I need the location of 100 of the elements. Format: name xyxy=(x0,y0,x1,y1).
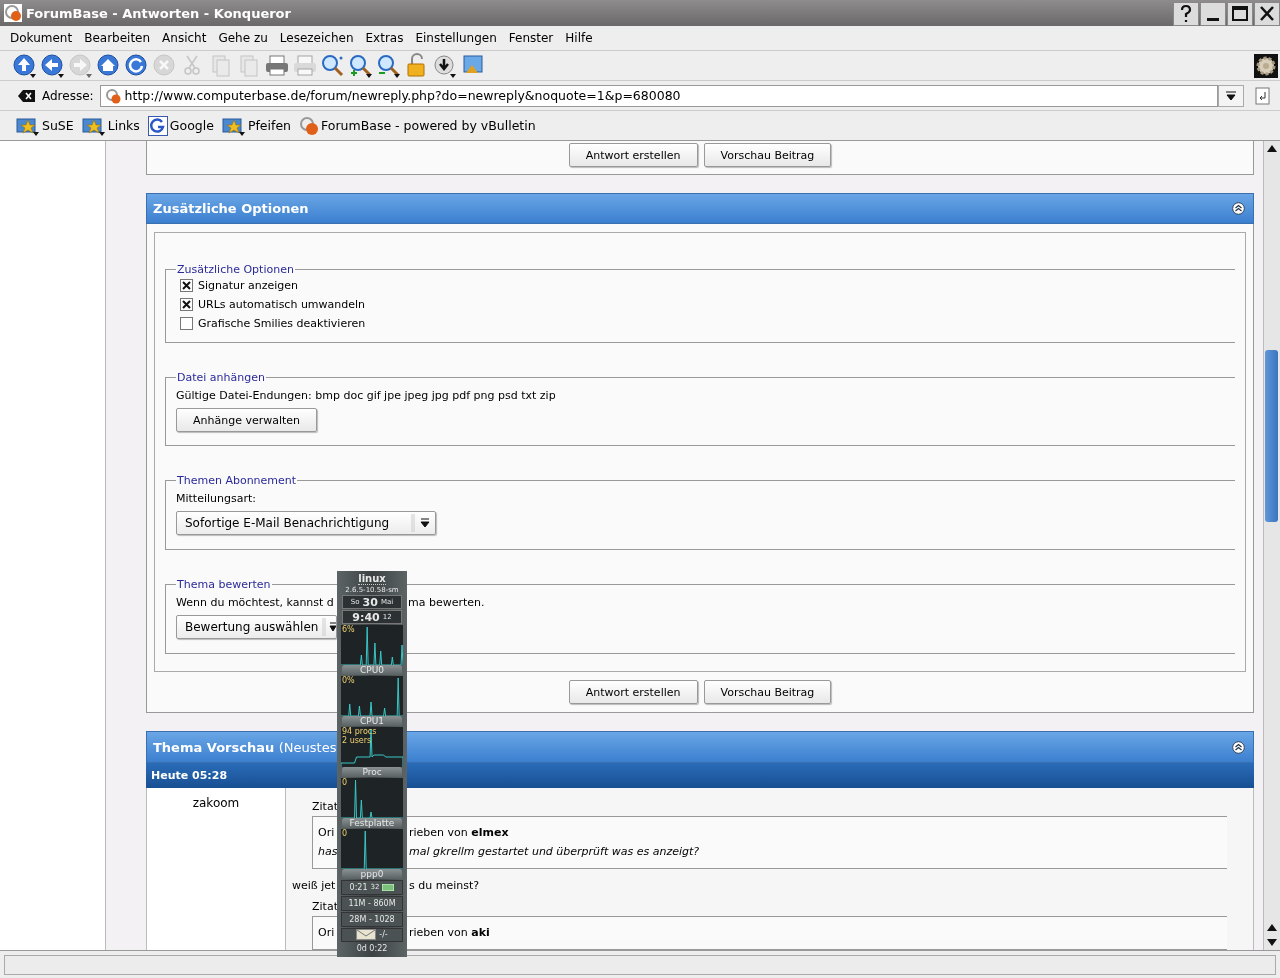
menu-item[interactable]: Ansicht xyxy=(156,31,213,45)
menu-item[interactable]: Lesezeichen xyxy=(273,31,360,45)
mail-count: -/- xyxy=(379,930,388,940)
form-button[interactable]: Antwort erstellen xyxy=(568,680,698,705)
site-logo-icon xyxy=(104,87,121,104)
rating-text: ma bewerten. xyxy=(408,595,485,612)
gear-icon[interactable] xyxy=(1254,53,1278,78)
menu-item[interactable]: Fenster xyxy=(502,31,560,45)
group-legend: Thema bewerten xyxy=(176,578,272,592)
swap-reading: 28M - 1028 xyxy=(341,911,403,927)
bookmark-item[interactable]: Google xyxy=(145,115,216,136)
activity-graph xyxy=(341,676,403,716)
rating-select[interactable]: Bewertung auswählen xyxy=(176,615,337,640)
toolbar-button[interactable] xyxy=(40,52,66,79)
google-logo-icon xyxy=(147,115,168,136)
group-legend: Zusätzliche Optionen xyxy=(176,263,295,277)
group-legend: Datei anhängen xyxy=(176,371,266,385)
monitor-label: Proc xyxy=(342,767,402,777)
quote-text: Ori xyxy=(318,825,336,841)
folder-icon xyxy=(221,115,246,136)
toolbar-button[interactable] xyxy=(432,52,458,79)
maximize-icon[interactable] xyxy=(1227,2,1253,26)
file-types-text: Gültige Datei-Endungen: bmp doc gif jpe jpeg jpg pdf png psd txt zip xyxy=(176,388,557,405)
toolbar-button[interactable] xyxy=(96,52,122,79)
form-button[interactable]: Vorschau Beitrag xyxy=(703,680,832,705)
monitor-label: CPU1 xyxy=(342,716,402,726)
minimize-icon[interactable] xyxy=(1200,2,1226,26)
quote-text: mal gkrellm gestartet und überprüft was es anzeigt? xyxy=(409,844,700,860)
menu-item[interactable]: Bearbeiten xyxy=(78,31,157,45)
help-icon[interactable] xyxy=(1173,2,1199,26)
checkbox[interactable] xyxy=(180,298,193,312)
menu-item[interactable]: Extras xyxy=(359,31,410,45)
window-title: ForumBase - Antworten - Konqueror xyxy=(26,5,292,21)
checkbox[interactable] xyxy=(180,317,193,331)
bookmark-item[interactable]: Links xyxy=(79,115,142,136)
scrollbar[interactable] xyxy=(1263,141,1280,950)
field-label: Mitteilungsart: xyxy=(176,491,257,508)
section-title: Thema Vorschau (Neustes xyxy=(153,739,337,755)
quote-text: rieben von elmex xyxy=(409,825,509,841)
menu-item[interactable]: Gehe zu xyxy=(212,31,274,45)
section-title: Zusätzliche Optionen xyxy=(153,201,309,217)
quote-label: Zitat xyxy=(312,800,338,813)
activity-graph xyxy=(341,727,403,767)
group-legend: Themen Abonnement xyxy=(176,474,298,488)
monitor-label: ppp0 xyxy=(342,869,402,879)
quote-text: rieben von aki xyxy=(409,925,490,941)
menu-item[interactable]: Einstellungen xyxy=(409,31,503,45)
dropdown-icon[interactable] xyxy=(1218,84,1244,107)
address-label: Adresse: xyxy=(42,88,94,103)
go-icon[interactable] xyxy=(1254,86,1272,105)
monitor-reading: 0 xyxy=(342,829,348,838)
folder-icon xyxy=(16,115,40,136)
toolbar-button[interactable] xyxy=(124,52,150,79)
activity-graph xyxy=(341,829,403,869)
collapse-icon[interactable] xyxy=(1232,202,1245,216)
checkbox-label: Signatur anzeigen xyxy=(198,279,299,293)
manage-attachments-button[interactable]: Anhänge verwalten xyxy=(176,408,318,433)
post-text: s du meinst? xyxy=(409,879,480,892)
mail-icon xyxy=(356,929,377,941)
app-logo-icon xyxy=(4,4,22,22)
checkbox[interactable] xyxy=(180,279,193,293)
quote-label: Zitat xyxy=(312,900,338,913)
notification-select[interactable]: Sofortige E-Mail Benachrichtigung xyxy=(176,511,436,536)
rating-text: Wenn du möchtest, kannst d xyxy=(176,595,335,612)
post-author: zakoom xyxy=(192,796,240,810)
clear-icon[interactable] xyxy=(18,88,36,103)
bookmark-item[interactable]: ForumBase - powered by vBulletin xyxy=(297,115,538,136)
site-logo-icon xyxy=(299,115,320,136)
checkbox-label: URLs automatisch umwandeln xyxy=(198,298,366,312)
menu-item[interactable]: Dokument xyxy=(4,31,79,45)
monitor-label: CPU0 xyxy=(342,665,402,675)
toolbar-button[interactable] xyxy=(12,52,38,79)
menu-item[interactable]: Hilfe xyxy=(559,31,599,45)
collapse-icon[interactable] xyxy=(1232,740,1245,754)
clock-time: 9:40 xyxy=(352,610,380,624)
form-button[interactable]: Vorschau Beitrag xyxy=(703,143,832,167)
form-button[interactable]: Antwort erstellen xyxy=(568,143,698,167)
monitor-reading: 0% xyxy=(342,676,355,685)
folder-icon xyxy=(81,115,106,136)
monitor-reading: 0 xyxy=(342,778,348,787)
activity-graph xyxy=(341,625,403,665)
checkbox-label: Grafische Smilies deaktivieren xyxy=(198,317,366,331)
monitor-label: Festplatte xyxy=(342,818,402,828)
uptime: 0d 0:22 xyxy=(356,943,388,955)
host-name: linux xyxy=(358,573,386,585)
post-date: Heute 05:28 xyxy=(151,768,228,782)
quote-text: has xyxy=(318,844,338,860)
connection-timer: 0:21 xyxy=(349,882,368,892)
bookmark-item[interactable]: Pfeifen xyxy=(219,115,294,136)
scrollbar-thumb[interactable] xyxy=(1265,350,1278,522)
post-text: weiß jet xyxy=(292,879,337,892)
bookmark-item[interactable]: SuSE xyxy=(14,115,76,136)
date-day: 30 xyxy=(362,595,378,609)
close-icon[interactable] xyxy=(1254,2,1280,26)
quote-text: Ori xyxy=(318,925,336,941)
dropdown-icon xyxy=(322,616,336,639)
activity-graph xyxy=(341,778,403,818)
address-field[interactable]: http://www.computerbase.de/forum/newreply.php?do=newreply&noquote=1&p=680080 xyxy=(99,84,1218,107)
status-led-icon xyxy=(382,883,395,891)
memory-reading: 11M - 860M xyxy=(341,895,403,911)
